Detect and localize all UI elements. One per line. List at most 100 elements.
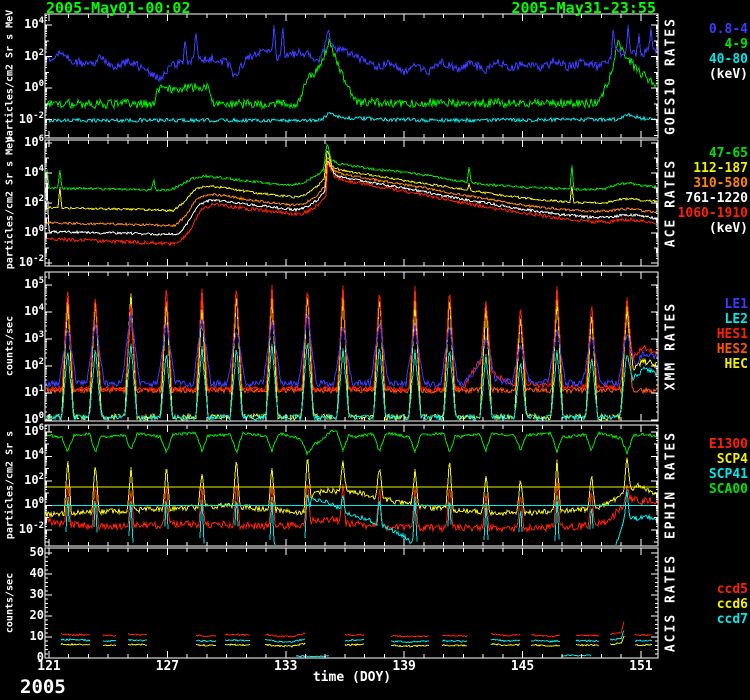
series-ccd7 bbox=[562, 655, 591, 656]
series-ccd6 bbox=[391, 645, 429, 647]
legend-item-ccd6: ccd6 bbox=[652, 597, 748, 612]
series-ccd6 bbox=[442, 645, 467, 646]
series-ccd7 bbox=[128, 639, 147, 641]
series-ccd7 bbox=[345, 640, 364, 642]
series-HEC bbox=[46, 293, 657, 420]
series-ccd6 bbox=[576, 644, 599, 646]
series-ccd5 bbox=[61, 633, 90, 636]
series-ccd5 bbox=[345, 634, 364, 635]
x-tick-label: 121 bbox=[29, 659, 69, 674]
series-LE1 bbox=[46, 315, 657, 387]
series-ccd7 bbox=[196, 640, 216, 642]
legend-acis: ccd5ccd6ccd7 bbox=[652, 582, 748, 627]
y-tick-label: 101 bbox=[6, 386, 44, 401]
series-0.8-4 bbox=[46, 25, 657, 81]
legend-item-47-65: 47-65 bbox=[652, 146, 748, 161]
series-ccd5 bbox=[225, 634, 250, 635]
legend-item-E1300: E1300 bbox=[652, 437, 748, 452]
y-tick-label: 50 bbox=[6, 546, 44, 559]
series-ccd6 bbox=[345, 644, 364, 646]
legend-item-761-1220: 761-1220 bbox=[652, 191, 748, 206]
series-ccd5 bbox=[576, 635, 599, 637]
series-4-9 bbox=[46, 40, 657, 109]
series-ccd7 bbox=[296, 655, 329, 656]
series-ccd7 bbox=[103, 640, 116, 641]
x-tick-label: 127 bbox=[147, 659, 187, 674]
series-ccd5 bbox=[196, 635, 216, 637]
series-ccd6 bbox=[635, 644, 652, 645]
year-label: 2005 bbox=[20, 676, 66, 698]
y-tick-label: 104 bbox=[6, 166, 44, 181]
y-tick-label: 106 bbox=[6, 136, 44, 151]
legend-item-LE1: LE1 bbox=[652, 297, 748, 312]
legend-item-310-580: 310-580 bbox=[652, 176, 748, 191]
legend-ephin: E1300SCP4SCP41SCA00 bbox=[652, 437, 748, 497]
series-ccd5 bbox=[391, 635, 429, 637]
legend-item-(keV): (keV) bbox=[652, 67, 748, 82]
x-tick-label: 145 bbox=[503, 659, 543, 674]
series-ccd5 bbox=[610, 622, 624, 635]
legend-item-112-187: 112-187 bbox=[652, 161, 748, 176]
legend-goes10: 0.8-44-940-80(keV) bbox=[652, 22, 748, 82]
legend-item-ccd7: ccd7 bbox=[652, 612, 748, 627]
series-ccd7 bbox=[576, 640, 599, 642]
series-ccd6 bbox=[103, 645, 116, 646]
y-tick-label: 105 bbox=[6, 278, 44, 293]
radiation-monitor-plot: 2005-May01-00:02 2005-May31-23:55 partic… bbox=[0, 0, 750, 700]
start-timestamp: 2005-May01-00:02 bbox=[46, 0, 191, 17]
panel-frame-acis bbox=[45, 548, 658, 658]
y-tick-label: 100 bbox=[6, 81, 44, 96]
series-ccd7 bbox=[635, 640, 652, 641]
series-SCP41 bbox=[66, 490, 657, 546]
legend-item-4-9: 4-9 bbox=[652, 37, 748, 52]
legend-item-1060-1910: 1060-1910 bbox=[652, 206, 748, 221]
plot-canvas bbox=[0, 0, 750, 700]
legend-item-ccd5: ccd5 bbox=[652, 582, 748, 597]
panel-frame-xmm bbox=[45, 272, 658, 421]
series-ccd7 bbox=[391, 641, 429, 643]
series-ccd7 bbox=[225, 640, 250, 642]
series-ccd5 bbox=[265, 633, 305, 637]
legend-item-SCP41: SCP41 bbox=[652, 467, 748, 482]
y-tick-label: 104 bbox=[6, 449, 44, 464]
legend-xmm: LE1LE2HES1HES2HEC bbox=[652, 297, 748, 372]
legend-item-HEC: HEC bbox=[652, 357, 748, 372]
series-ccd7 bbox=[531, 640, 560, 642]
y-tick-label: 10-2 bbox=[6, 113, 44, 128]
y-tick-label: 100 bbox=[6, 498, 44, 513]
y-tick-label: 102 bbox=[6, 474, 44, 489]
x-tick-label: 139 bbox=[384, 659, 424, 674]
y-tick-label: 104 bbox=[6, 18, 44, 33]
y-tick-label: 10-2 bbox=[6, 523, 44, 538]
y-tick-label: 30 bbox=[6, 588, 44, 601]
legend-item-0.8-4: 0.8-4 bbox=[652, 22, 748, 37]
y-tick-label: 10 bbox=[6, 630, 44, 643]
legend-item-SCA00: SCA00 bbox=[652, 482, 748, 497]
legend-item-SCP4: SCP4 bbox=[652, 452, 748, 467]
y-tick-label: 106 bbox=[6, 425, 44, 440]
series-ccd5 bbox=[491, 633, 520, 636]
series-ccd5 bbox=[635, 634, 652, 635]
series-ccd6 bbox=[531, 644, 560, 646]
legend-item-(keV): (keV) bbox=[652, 221, 748, 236]
series-ccd5 bbox=[103, 635, 116, 636]
series-ccd5 bbox=[531, 635, 560, 638]
legend-item-HES1: HES1 bbox=[652, 327, 748, 342]
y-axis-label-acis: counts/sec bbox=[5, 573, 16, 633]
series-47-65 bbox=[46, 145, 657, 192]
y-tick-label: 102 bbox=[6, 50, 44, 65]
series-ccd7 bbox=[265, 639, 305, 642]
series-ccd5 bbox=[128, 634, 147, 636]
legend-ace: 47-65112-187310-580761-12201060-1910(keV… bbox=[652, 146, 748, 236]
legend-item-40-80: 40-80 bbox=[652, 52, 748, 67]
y-tick-label: 103 bbox=[6, 332, 44, 347]
panel-frame-ace bbox=[45, 140, 658, 266]
series-ccd6 bbox=[265, 643, 305, 647]
series-SCA00 bbox=[46, 430, 657, 454]
series-40-80 bbox=[46, 113, 657, 123]
y-tick-label: 10-2 bbox=[6, 256, 44, 271]
x-tick-label: 133 bbox=[266, 659, 306, 674]
series-ccd6 bbox=[61, 644, 90, 646]
end-timestamp: 2005-May31-23:55 bbox=[400, 0, 656, 17]
y-tick-label: 20 bbox=[6, 609, 44, 622]
